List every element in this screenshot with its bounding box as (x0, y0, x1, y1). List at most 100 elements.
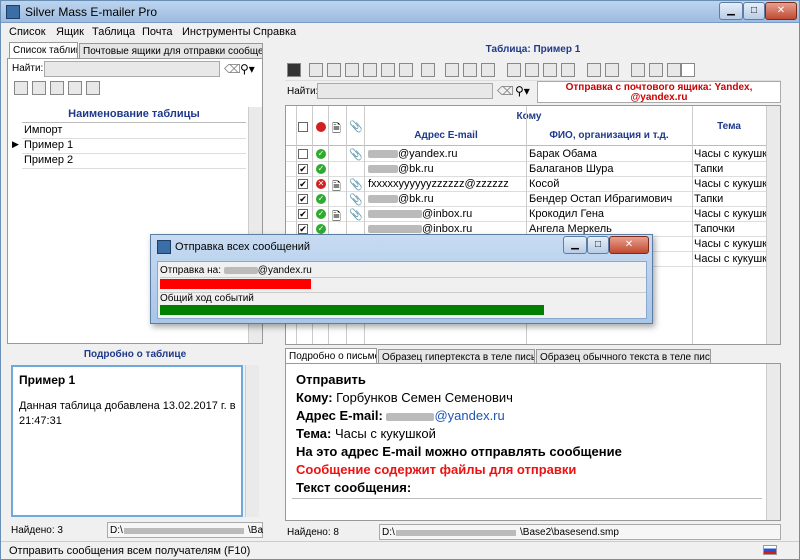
table-delete-icon[interactable] (86, 81, 100, 95)
menu-mail[interactable]: Почта (142, 26, 173, 38)
row-topic: Тапки (694, 193, 724, 205)
paste-icon[interactable] (421, 63, 435, 77)
send-icon[interactable] (445, 63, 459, 77)
col-topic[interactable]: Тема (692, 121, 766, 132)
row-fio: Барак Обама (529, 148, 597, 160)
table-new-icon[interactable] (14, 81, 28, 95)
row-email-text: @bk.ru (398, 163, 434, 175)
ok-status-icon: ✓ (316, 149, 326, 159)
save-icon[interactable] (287, 63, 301, 77)
menu-help[interactable]: Справка (253, 26, 296, 38)
msg-has-files: Сообщение содержит файлы для отправки (296, 462, 577, 477)
table-grid-icon[interactable] (32, 81, 46, 95)
grid-scrollbar[interactable] (766, 106, 780, 344)
clear-icon[interactable]: ⌫ (224, 62, 241, 76)
dialog-send-to: Отправка на: @yandex.ru (160, 265, 312, 276)
dialog-send-to-email: @yandex.ru (257, 265, 312, 276)
dialog-maximize-button[interactable]: □ (587, 236, 609, 254)
email-new-icon[interactable] (309, 63, 323, 77)
table-row-import[interactable]: Импорт (22, 124, 246, 139)
left-path: D:\ (110, 525, 123, 536)
row-email-redacted (368, 150, 398, 159)
right-search-icon[interactable]: ⚲▾ (515, 84, 530, 98)
dialog-icon (157, 240, 171, 254)
msg-divider (292, 498, 762, 499)
emails-search-input[interactable] (317, 83, 493, 99)
row-topic: Часы с кукушкой (694, 253, 766, 265)
msg-scrollbar[interactable] (766, 364, 780, 520)
send-all-dialog: Отправка всех сообщений ▁ □ ✕ Отправка н… (150, 234, 653, 324)
col-email[interactable]: Адрес E-mail (366, 130, 526, 141)
row-topic: Часы с кукушкой (694, 238, 766, 250)
minimize-button[interactable]: ▁ (719, 2, 743, 20)
sort-za-icon[interactable] (543, 63, 557, 77)
email-delete-icon[interactable] (363, 63, 377, 77)
overall-progress-bar (160, 305, 544, 315)
details-header: Подробно о таблице (83, 349, 187, 360)
sort-icon[interactable] (561, 63, 575, 77)
filter-icon[interactable] (481, 63, 495, 77)
row-fio: Косой (529, 178, 560, 190)
window-title: Silver Mass E-mailer Pro (25, 5, 158, 19)
search-icon[interactable]: ⚲▾ (240, 62, 255, 76)
table-name-header: Наименование таблицы (22, 107, 246, 123)
uncheck-icon[interactable] (681, 63, 695, 77)
maximize-button[interactable]: □ (743, 2, 765, 20)
import-icon[interactable] (381, 63, 395, 77)
close-button[interactable]: ✕ (765, 2, 797, 20)
right-clear-icon[interactable]: ⌫ (497, 84, 514, 98)
tab-tables-list[interactable]: Список таблиц (9, 42, 78, 59)
table-row-example2[interactable]: Пример 2 (22, 154, 246, 169)
current-row-arrow-icon: ▶ (12, 139, 19, 149)
table-row-example1[interactable]: Пример 1 (22, 139, 246, 154)
dialog-title: Отправка всех сообщений (175, 241, 311, 253)
send-all-icon[interactable] (463, 63, 477, 77)
menu-list[interactable]: Список (9, 26, 46, 38)
details-scrollbar[interactable] (245, 365, 259, 517)
menu-tools[interactable]: Инструменты (182, 26, 251, 38)
language-flag-icon[interactable] (763, 545, 777, 555)
row-checkbox[interactable]: ✔ (298, 224, 308, 234)
row-topic: Тапочки (694, 223, 735, 235)
dialog-minimize-button[interactable]: ▁ (563, 236, 587, 254)
bookmark-icon[interactable] (667, 63, 681, 77)
left-path-field: D:\ \Ba (107, 522, 263, 538)
msg-to-label: Кому: (296, 390, 333, 405)
dialog-close-button[interactable]: ✕ (609, 236, 649, 254)
columns-icon[interactable] (605, 63, 619, 77)
select-all-checkbox[interactable] (298, 122, 308, 132)
table-edit-icon[interactable] (50, 81, 64, 95)
sort-az-icon[interactable] (525, 63, 539, 77)
msg-topic-label: Тема: (296, 426, 332, 441)
row-email-text: fxxxxxyyyyyyzzzzzz@zzzzzz (368, 178, 509, 190)
row-checkbox[interactable] (298, 149, 308, 159)
row-email: @yandex.ru (368, 148, 524, 160)
ok-status-icon: ✓ (316, 164, 326, 174)
menu-box[interactable]: Ящик (56, 26, 84, 38)
tag-icon[interactable] (649, 63, 663, 77)
tables-search-input[interactable] (44, 61, 220, 77)
row-checkbox[interactable]: ✔ (298, 209, 308, 219)
msg-to: Кому: Горбунков Семен Семенович (296, 390, 513, 405)
left-found-count: Найдено: 3 (11, 525, 63, 536)
row-fio: Бендер Остап Ибрагимович (529, 193, 673, 205)
attachment-icon: 📎 (349, 149, 363, 161)
row-checkbox[interactable]: ✔ (298, 164, 308, 174)
row-checkbox[interactable]: ✔ (298, 179, 308, 189)
export-icon[interactable] (399, 63, 413, 77)
email-edit-icon[interactable] (327, 63, 341, 77)
send-from-mailbox: Отправка с почтового ящика: Yandex, @yan… (537, 81, 781, 103)
tab-mailboxes[interactable]: Почтовые ящики для отправки сообщений (79, 43, 263, 59)
row-checkbox[interactable]: ✔ (298, 194, 308, 204)
row-email: fxxxxxyyyyyyzzzzzz@zzzzzz (368, 178, 524, 190)
check-all-icon[interactable] (631, 63, 645, 77)
column-separator (692, 106, 693, 344)
font-icon[interactable] (587, 63, 601, 77)
menu-table[interactable]: Таблица (92, 26, 135, 38)
left-path-redacted (124, 528, 244, 534)
table-copy-icon[interactable] (68, 81, 82, 95)
col-fio[interactable]: ФИО, организация и т.д. (526, 130, 692, 141)
attach-icon[interactable] (507, 63, 521, 77)
email-copy-icon[interactable] (345, 63, 359, 77)
app-icon (6, 5, 20, 19)
